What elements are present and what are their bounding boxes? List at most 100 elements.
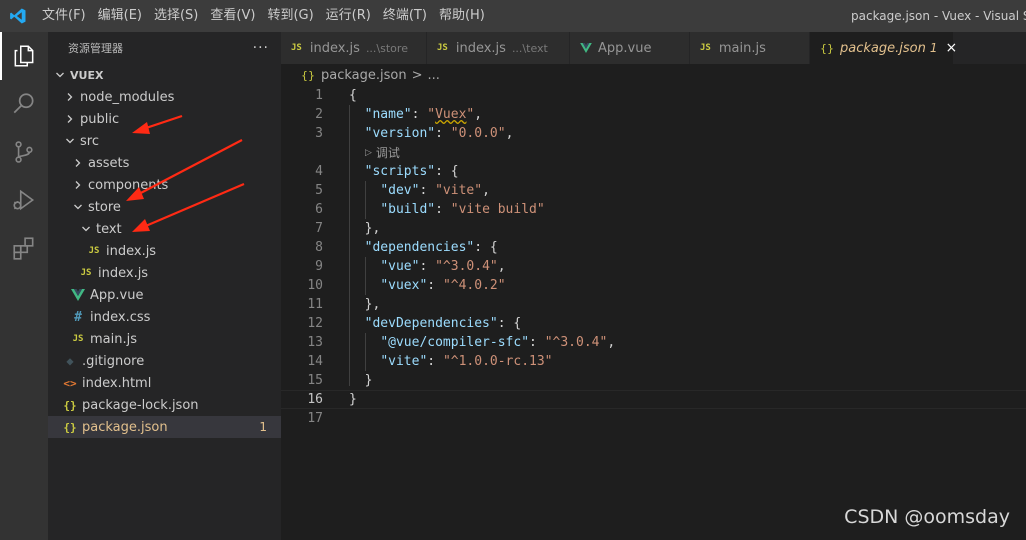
more-actions-icon[interactable]: ···	[253, 40, 269, 56]
line-number: 3	[315, 126, 323, 141]
line-number: 12	[307, 316, 323, 331]
codelens-label: 调试	[375, 146, 400, 160]
line-number: 7	[315, 221, 323, 236]
line-number: 13	[307, 335, 323, 350]
code-line: 9 "vue": "^3.0.4",	[281, 257, 1026, 276]
chevron-down-icon	[78, 221, 94, 237]
tree-item-label: src	[80, 133, 99, 149]
code-line: 12 "devDependencies": {	[281, 314, 1026, 333]
tree-item-label: index.html	[82, 375, 152, 391]
tree-item-src[interactable]: src	[48, 130, 281, 152]
tree-item-gitignore[interactable]: ◆ .gitignore	[48, 350, 281, 372]
menu-help[interactable]: 帮助(H)	[433, 0, 491, 32]
explorer-activity-button[interactable]	[0, 32, 48, 80]
code-text: "devDependencies": {	[364, 316, 522, 331]
tab-label: package.json	[840, 40, 926, 56]
line-number: 8	[315, 240, 323, 255]
tree-item-components[interactable]: components	[48, 174, 281, 196]
extensions-icon	[13, 237, 34, 260]
code-text: {	[349, 88, 357, 103]
code-text: "vuex": "^4.0.2"	[380, 278, 506, 293]
code-text: "build": "vite build"	[380, 202, 545, 217]
tree-item-package-lock-json[interactable]: {} package-lock.json	[48, 394, 281, 416]
codelens-debug[interactable]: ▷ 调试	[281, 143, 1026, 162]
code-line: 14 "vite": "^1.0.0-rc.13"	[281, 352, 1026, 371]
menu-view[interactable]: 查看(V)	[204, 0, 261, 32]
tree-item-label: index.js	[106, 243, 157, 259]
chevron-right-icon	[62, 111, 78, 127]
watermark: CSDN @oomsday	[844, 506, 1010, 528]
menu-terminal[interactable]: 终端(T)	[377, 0, 433, 32]
tree-item-label: node_modules	[80, 89, 175, 105]
explorer-header: 资源管理器 ···	[48, 32, 281, 64]
breadcrumb-separator: >	[411, 67, 423, 83]
tree-item-label: package-lock.json	[82, 397, 199, 413]
tree-item-text-index-js[interactable]: JS index.js	[48, 240, 281, 262]
tab-label: main.js	[718, 40, 766, 56]
code-text: }	[349, 392, 357, 407]
code-line-current: 16}	[281, 390, 1026, 409]
tree-item-store[interactable]: store	[48, 196, 281, 218]
code-text: },	[364, 221, 381, 236]
chevron-right-icon	[70, 177, 86, 193]
tree-item-store-index-js[interactable]: JS index.js	[48, 262, 281, 284]
tree-item-app-vue[interactable]: App.vue	[48, 284, 281, 306]
code-line: 11 },	[281, 295, 1026, 314]
close-icon[interactable]: ×	[945, 40, 957, 56]
tab-app-vue[interactable]: App.vue	[570, 32, 690, 64]
window-title: package.json - Vuex - Visual Studio Code	[851, 9, 1026, 23]
menu-run[interactable]: 运行(R)	[320, 0, 377, 32]
javascript-file-icon: JS	[291, 43, 302, 53]
menu-edit[interactable]: 编辑(E)	[92, 0, 148, 32]
code-line: 6 "build": "vite build"	[281, 200, 1026, 219]
files-icon	[14, 45, 34, 67]
vue-file-icon	[580, 43, 592, 53]
source-control-activity-button[interactable]	[0, 128, 48, 176]
line-number: 1	[315, 88, 323, 103]
code-line: 7 },	[281, 219, 1026, 238]
search-icon	[13, 93, 34, 114]
css-file-icon: #	[74, 309, 82, 325]
tree-item-index-html[interactable]: <> index.html	[48, 372, 281, 394]
tree-item-text[interactable]: text	[48, 218, 281, 240]
line-number: 4	[315, 164, 323, 179]
tree-item-label: App.vue	[90, 287, 144, 303]
tree-item-package-json[interactable]: {} package.json 1	[48, 416, 281, 438]
line-number: 15	[307, 373, 323, 388]
menu-file[interactable]: 文件(F)	[36, 0, 92, 32]
tab-index-js-store[interactable]: JS index.js ...\store	[281, 32, 427, 64]
chevron-right-icon	[70, 155, 86, 171]
tab-package-json[interactable]: {} package.json 1 ×	[810, 32, 957, 64]
tree-item-label: assets	[88, 155, 130, 171]
workspace-name: VUEX	[70, 68, 104, 82]
code-editor[interactable]: 1{ 2 "name": "Vuex", 3 "version": "0.0.0…	[281, 86, 1026, 540]
breadcrumb-more[interactable]: ...	[428, 68, 440, 83]
json-file-icon: {}	[301, 68, 315, 82]
json-file-icon: {}	[820, 41, 834, 55]
breadcrumb-file[interactable]: package.json	[321, 68, 407, 83]
editor-tabs: JS index.js ...\store JS index.js ...\te…	[281, 32, 1026, 64]
workspace-section-header[interactable]: VUEX	[48, 64, 281, 86]
tree-item-label: index.js	[98, 265, 149, 281]
search-activity-button[interactable]	[0, 80, 48, 128]
tree-item-main-js[interactable]: JS main.js	[48, 328, 281, 350]
tab-main-js[interactable]: JS main.js	[690, 32, 810, 64]
menu-selection[interactable]: 选择(S)	[148, 0, 204, 32]
code-line: 4 "scripts": {	[281, 162, 1026, 181]
chevron-down-icon	[52, 67, 68, 83]
tree-item-index-css[interactable]: # index.css	[48, 306, 281, 328]
run-debug-activity-button[interactable]	[0, 176, 48, 224]
code-line: 1{	[281, 86, 1026, 105]
problems-badge: 1	[259, 420, 267, 434]
json-file-icon: {}	[63, 420, 77, 434]
vscode-logo-icon	[0, 0, 36, 32]
tab-index-js-text[interactable]: JS index.js ...\text	[427, 32, 570, 64]
tree-item-assets[interactable]: assets	[48, 152, 281, 174]
tree-item-public[interactable]: public	[48, 108, 281, 130]
menu-go[interactable]: 转到(G)	[261, 0, 319, 32]
code-text: }	[364, 373, 373, 388]
extensions-activity-button[interactable]	[0, 224, 48, 272]
javascript-file-icon: JS	[88, 246, 100, 256]
tree-item-label: .gitignore	[82, 353, 145, 369]
tree-item-node-modules[interactable]: node_modules	[48, 86, 281, 108]
